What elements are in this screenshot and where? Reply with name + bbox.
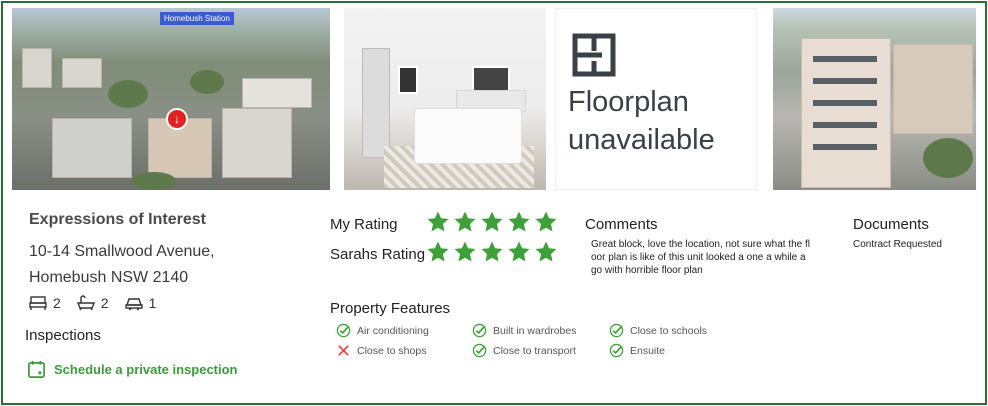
building-shape [242, 78, 312, 108]
property-specs: 2 2 1 [29, 295, 156, 311]
schedule-inspection-button[interactable]: Schedule a private inspection [27, 360, 238, 379]
feature-label: Close to schools [630, 324, 708, 337]
comments-heading: Comments [585, 216, 658, 233]
location-pin-icon: ↓ [166, 108, 188, 130]
bed-shape [414, 108, 522, 164]
star-icon[interactable] [426, 210, 450, 234]
wall-art-shape [398, 66, 418, 94]
star-icon[interactable] [534, 210, 558, 234]
floorplan-placeholder[interactable]: Floorplan unavailable [555, 8, 757, 190]
feature-item: Air conditioning [336, 323, 429, 338]
feature-item: Built in wardrobes [472, 323, 576, 338]
star-icon[interactable] [534, 240, 558, 264]
my-rating-stars[interactable] [426, 210, 558, 234]
floorplan-unavailable-text: Floorplan unavailable [568, 83, 715, 159]
bath-icon [76, 295, 95, 311]
feature-label: Close to transport [493, 344, 576, 357]
check-circle-icon [472, 343, 487, 358]
window-shape [813, 100, 877, 106]
bedroom-photo[interactable] [344, 8, 546, 190]
feature-label: Built in wardrobes [493, 324, 577, 337]
listing-address: 10-14 Smallwood Avenue, Homebush NSW 214… [29, 239, 215, 291]
building-shape [893, 44, 973, 134]
feature-item: Close to shops [336, 343, 426, 358]
floorplan-text-line: unavailable [568, 124, 715, 156]
star-icon[interactable] [507, 240, 531, 264]
window-shape [813, 144, 877, 150]
document-item[interactable]: Contract Requested [853, 239, 942, 250]
calendar-icon [28, 360, 45, 378]
address-line-2: Homebush NSW 2140 [29, 269, 189, 286]
car-icon [124, 298, 143, 311]
feature-label: Ensuite [630, 344, 666, 357]
check-circle-icon [472, 323, 487, 338]
tree-shape [108, 80, 148, 108]
floorplan-icon [572, 33, 616, 77]
bath-count: 2 [100, 295, 109, 311]
star-icon[interactable] [480, 240, 504, 264]
tree-shape [923, 138, 973, 178]
feature-item: Close to transport [472, 343, 576, 358]
listing-title: Expressions of Interest [29, 211, 206, 228]
schedule-inspection-label: Schedule a private inspection [54, 362, 238, 377]
feature-item: Ensuite [609, 343, 665, 358]
documents-heading: Documents [853, 216, 929, 233]
floorplan-text-line: Floorplan [568, 86, 689, 118]
building-shape [222, 108, 292, 178]
bed-icon [29, 296, 47, 310]
aerial-photo[interactable]: Homebush Station ↓ [12, 8, 330, 190]
star-icon[interactable] [426, 240, 450, 264]
my-rating-label: My Rating [330, 216, 398, 233]
window-shape [813, 122, 877, 128]
cross-icon [338, 345, 349, 356]
station-label: Homebush Station [160, 12, 234, 25]
check-circle-icon [609, 343, 624, 358]
building-shape [22, 48, 52, 88]
feature-label: Close to shops [357, 344, 427, 357]
window-shape [813, 78, 877, 84]
building-shape [52, 118, 132, 178]
comments-text: Great block, love the location, not sure… [591, 239, 811, 276]
sarah-rating-label: Sarahs Rating [330, 246, 426, 263]
property-features-heading: Property Features [330, 300, 451, 317]
feature-label: Air conditioning [357, 324, 429, 337]
address-line-1: 10-14 Smallwood Avenue, [29, 243, 215, 260]
tree-shape [190, 70, 224, 94]
exterior-photo[interactable] [773, 8, 976, 190]
wardrobe-shape [362, 48, 390, 158]
window-shape [813, 56, 877, 62]
sarah-rating-stars[interactable] [426, 240, 558, 264]
feature-item: Close to schools [609, 323, 707, 338]
bed-count: 2 [53, 295, 61, 311]
star-icon[interactable] [507, 210, 531, 234]
tree-shape [132, 172, 176, 190]
star-icon[interactable] [453, 240, 477, 264]
building-shape [62, 58, 102, 88]
car-count: 1 [148, 295, 157, 311]
star-icon[interactable] [480, 210, 504, 234]
check-circle-icon [609, 323, 624, 338]
star-icon[interactable] [453, 210, 477, 234]
check-circle-icon [336, 323, 351, 338]
inspections-heading: Inspections [25, 327, 101, 344]
